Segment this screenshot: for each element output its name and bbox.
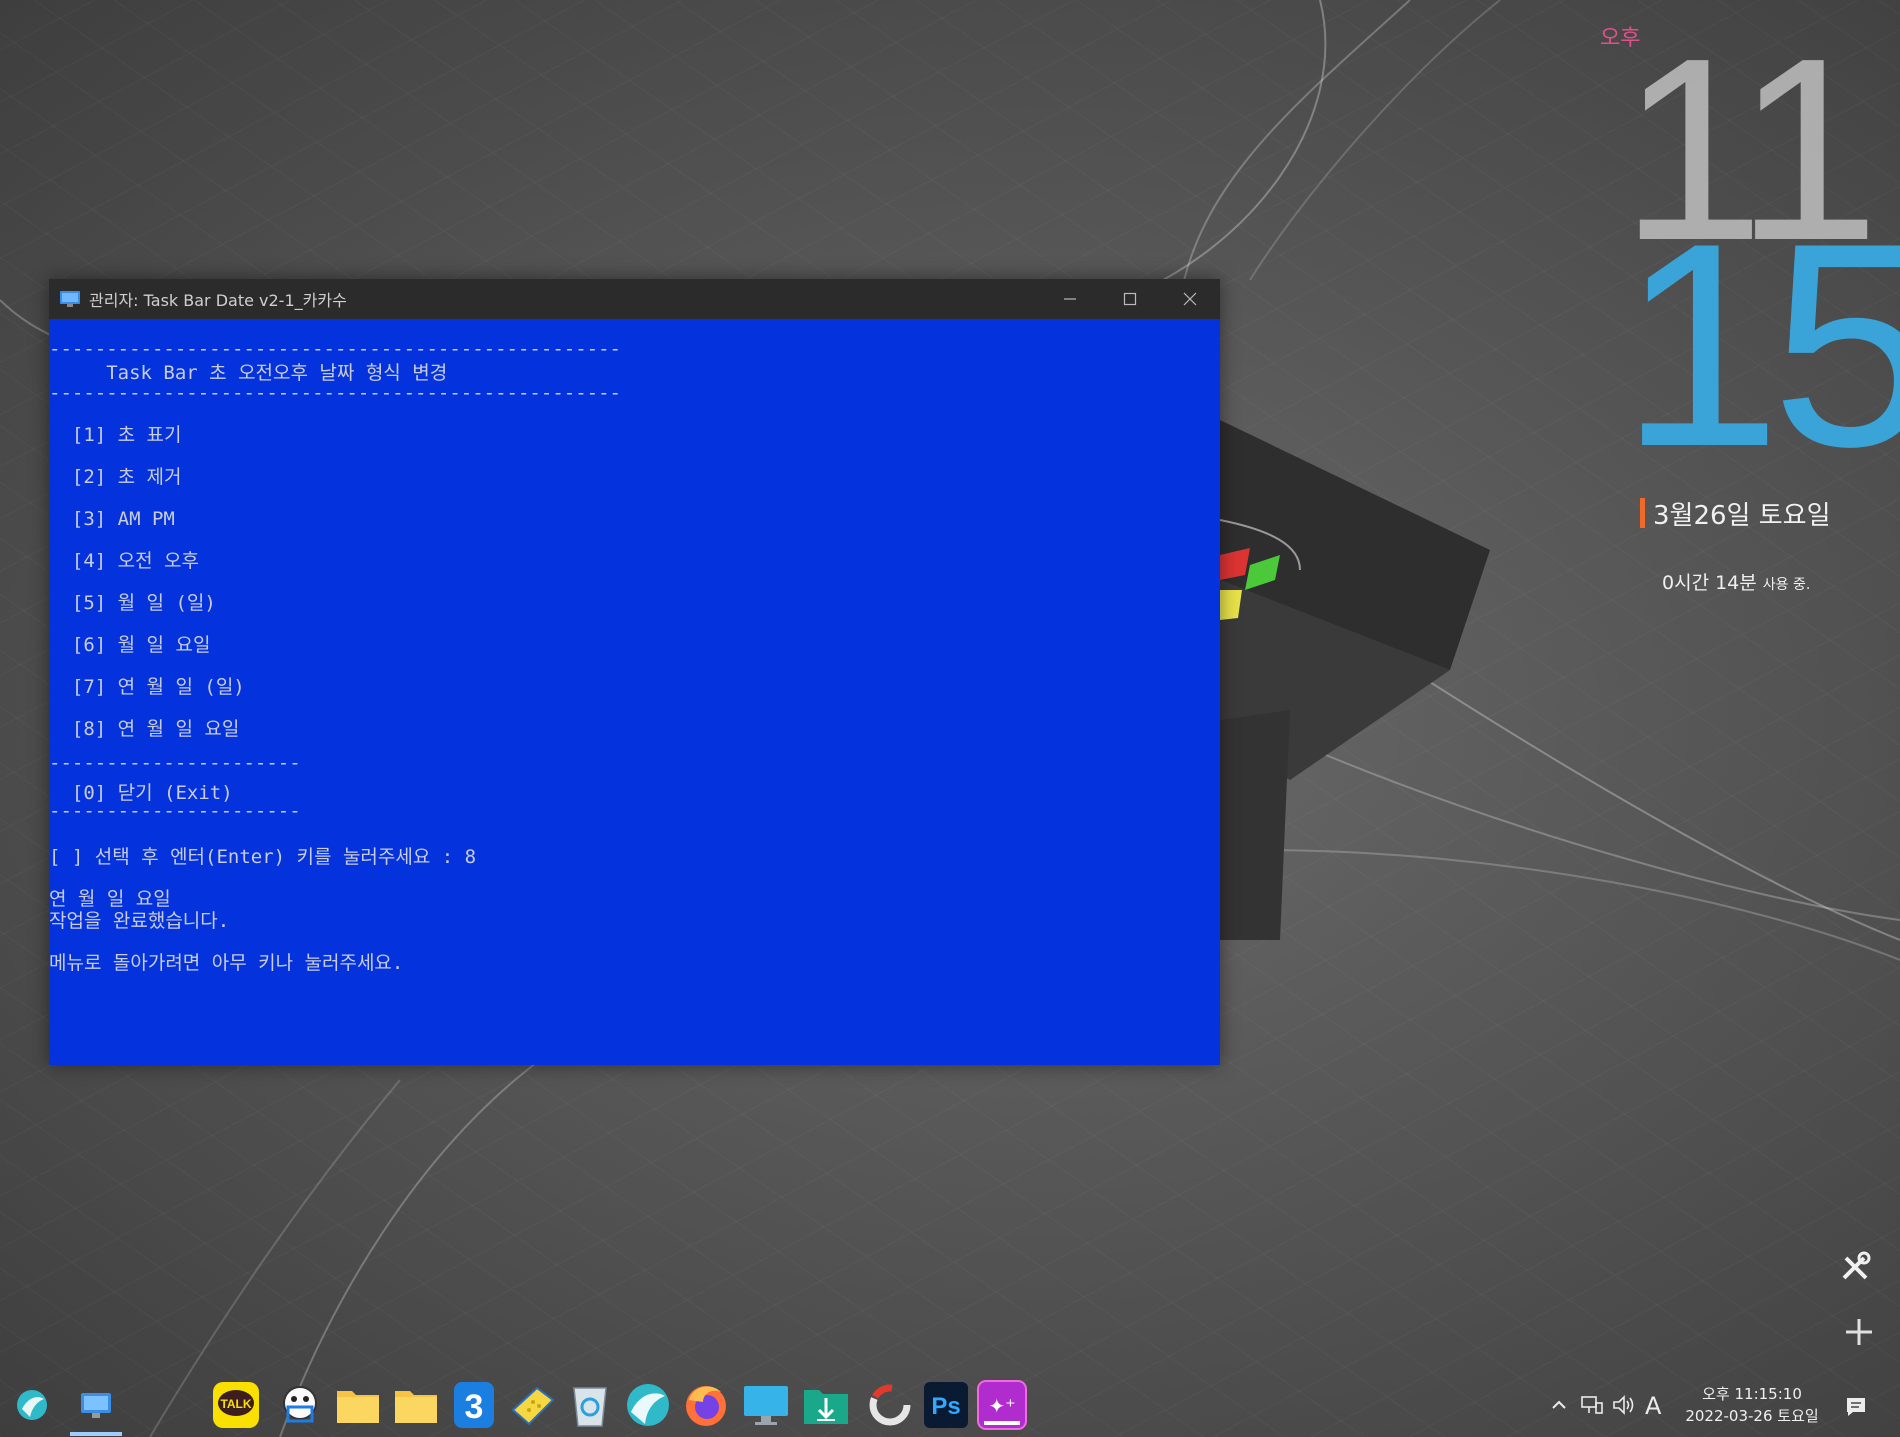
input-prompt: [ ] 선택 후 엔터(Enter) 키를 눌러주세요 : 8: [49, 846, 477, 868]
taskbar-cleaner[interactable]: [506, 1378, 558, 1432]
taskbar-date: 2022-03-26 토요일: [1685, 1407, 1819, 1425]
tray-overflow-button[interactable]: [1550, 1395, 1568, 1419]
tray-input-language[interactable]: A: [1645, 1392, 1661, 1420]
tray-network[interactable]: [1580, 1395, 1604, 1420]
taskbar-recycle-bin[interactable]: [564, 1378, 616, 1432]
date-accent-bar: [1640, 498, 1645, 528]
separator-line: ----------------------------------------…: [49, 338, 621, 360]
menu-item-7: [7] 연 월 일 (일): [49, 676, 245, 698]
taskbar-circle-app[interactable]: [864, 1378, 916, 1432]
photoshop-icon: Ps: [924, 1382, 968, 1428]
window-title: 관리자: Task Bar Date v2-1_카카수: [89, 291, 347, 310]
svg-text:✦⁺: ✦⁺: [988, 1394, 1015, 1418]
taskbar-clock[interactable]: 오후 11:15:10 2022-03-26 토요일: [1672, 1383, 1832, 1427]
separator-line: ----------------------: [49, 800, 301, 822]
firefox-icon: [686, 1386, 726, 1426]
taskbar-kakaotalk[interactable]: TALK: [210, 1378, 262, 1432]
menu-item-1: [1] 초 표기: [49, 424, 182, 446]
menu-item-3: [3] AM PM: [49, 508, 175, 530]
console-window[interactable]: 관리자: Task Bar Date v2-1_카카수 ------------…: [49, 279, 1220, 1065]
taskbar-sparkle-app[interactable]: ✦⁺: [976, 1378, 1028, 1432]
result-selection: 연 월 일 요일: [49, 888, 171, 910]
taskbar-monitor[interactable]: [740, 1378, 792, 1432]
sponge-icon: [511, 1386, 555, 1426]
photoshop-label: Ps: [931, 1393, 960, 1420]
folder-icon: [337, 1391, 379, 1423]
taskbar-downloads[interactable]: [800, 1378, 852, 1432]
usage-time-value: 0시간 14분: [1662, 572, 1757, 594]
number-three-icon: 3: [454, 1382, 494, 1428]
result-message: 작업을 완료했습니다.: [49, 910, 230, 932]
usage-time-suffix: 사용 중.: [1762, 577, 1811, 593]
taskbar-folder-2[interactable]: [390, 1378, 442, 1432]
tools-icon[interactable]: [1838, 1250, 1872, 1284]
notification-icon: [1847, 1398, 1865, 1416]
start-orb-icon: [17, 1390, 47, 1420]
return-message: 메뉴로 돌아가려면 아무 키나 눌러주세요.: [49, 952, 404, 974]
maximize-button[interactable]: [1100, 279, 1160, 319]
sparkle-app-icon: ✦⁺: [977, 1380, 1027, 1430]
taskbar-app-3[interactable]: 3: [448, 1378, 500, 1432]
whale-browser-icon: [627, 1384, 669, 1426]
maximize-icon: [1123, 292, 1137, 306]
close-button[interactable]: [1160, 279, 1220, 319]
download-folder-icon: [804, 1390, 848, 1424]
active-app-indicator: [70, 1432, 122, 1436]
menu-item-6: [6] 월 일 요일: [49, 634, 211, 656]
separator-line: ----------------------: [49, 752, 301, 774]
window-controls: [1040, 279, 1220, 319]
usage-time: 0시간 14분 사용 중.: [1662, 568, 1810, 595]
chevron-up-icon: [1552, 1400, 1566, 1409]
capture-icon: [283, 1386, 317, 1423]
folder-icon: [395, 1391, 437, 1423]
clock-date: 3월26일 토요일: [1653, 500, 1831, 531]
kakaotalk-icon: TALK: [213, 1382, 259, 1428]
tray-volume[interactable]: [1612, 1395, 1636, 1420]
svg-text:3: 3: [465, 1388, 484, 1426]
start-button[interactable]: [6, 1378, 58, 1432]
minimize-icon: [1064, 298, 1076, 300]
taskbar-folder-1[interactable]: [332, 1378, 384, 1432]
kakaotalk-label: TALK: [220, 1397, 251, 1411]
separator-line: ----------------------------------------…: [49, 382, 621, 404]
window-titlebar[interactable]: 관리자: Task Bar Date v2-1_카카수: [49, 279, 1220, 319]
close-icon: [1183, 292, 1197, 306]
clock-widget: 오후 11 15 3월26일 토요일 0시간 14분 사용 중.: [1580, 20, 1900, 594]
circle-app-icon: [869, 1384, 911, 1426]
menu-item-8: [8] 연 월 일 요일: [49, 718, 240, 740]
volume-icon: [1613, 1395, 1634, 1415]
menu-item-5: [5] 월 일 (일): [49, 592, 216, 614]
console-app-icon: [60, 291, 80, 307]
taskbar-time: 오후 11:15:10: [1702, 1385, 1802, 1403]
taskbar-whale-browser[interactable]: [622, 1378, 674, 1432]
minimize-button[interactable]: [1040, 279, 1100, 319]
monitor-icon: [744, 1386, 788, 1425]
console-app-icon: [81, 1393, 111, 1418]
menu-item-2: [2] 초 제거: [49, 466, 182, 488]
menu-item-4: [4] 오전 오후: [49, 550, 199, 572]
taskbar-capture-tool[interactable]: [274, 1378, 326, 1432]
recycle-bin-icon: [573, 1387, 607, 1427]
clock-minute: 15: [1620, 183, 1900, 507]
taskbar-firefox[interactable]: [680, 1378, 732, 1432]
network-icon: [1581, 1396, 1603, 1414]
notification-button[interactable]: [1844, 1395, 1868, 1424]
add-icon[interactable]: [1844, 1317, 1874, 1347]
console-output[interactable]: ---------------------- ------------------…: [49, 319, 1220, 1065]
taskbar-photoshop[interactable]: Ps: [920, 1378, 972, 1432]
clock-date-line: 3월26일 토요일: [1640, 496, 1831, 531]
taskbar-console-app[interactable]: [70, 1378, 122, 1432]
